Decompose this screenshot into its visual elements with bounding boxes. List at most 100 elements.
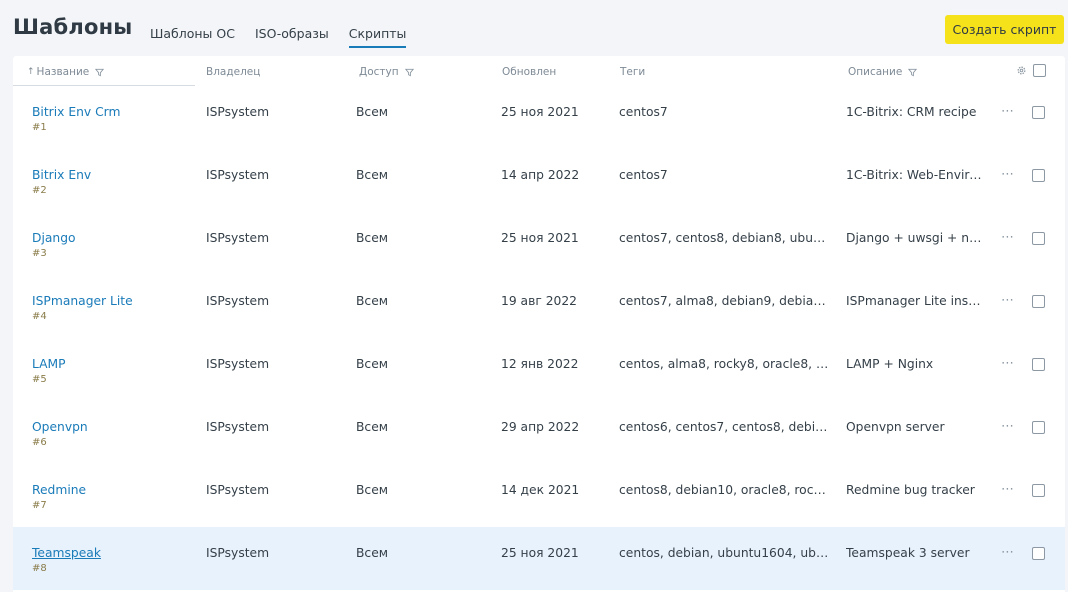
row-checkbox[interactable]	[1032, 547, 1045, 560]
column-label-name: Название	[36, 66, 90, 78]
table-row[interactable]: Openvpn #6 ISPsystem Всем 29 апр 2022 centos6…	[13, 401, 1065, 464]
script-id: #1	[32, 122, 47, 133]
filter-icon[interactable]	[95, 68, 105, 77]
tab-iso-images[interactable]: ISO-образы	[255, 26, 329, 45]
tags-cell: centos, debian, ubuntu1604, ubuntu1804	[619, 546, 829, 560]
column-label-owner: Владелец	[206, 66, 261, 78]
more-menu-icon[interactable]: ⋯	[1001, 230, 1015, 245]
access-cell: Всем	[356, 546, 389, 560]
description-cell: 1C-Bitrix: CRM recipe	[846, 105, 977, 119]
tags-cell: centos7	[619, 105, 668, 119]
filter-icon[interactable]	[404, 68, 414, 77]
script-id: #7	[32, 500, 47, 511]
updated-cell: 19 авг 2022	[501, 294, 578, 308]
more-menu-icon[interactable]: ⋯	[1001, 167, 1015, 182]
filter-icon[interactable]	[908, 68, 918, 77]
tab-scripts[interactable]: Скрипты	[348, 26, 407, 48]
table-row[interactable]: Bitrix Env Crm #1 ISPsystem Всем 25 ноя 2021…	[13, 86, 1065, 149]
script-name-link[interactable]: LAMP	[32, 357, 66, 371]
updated-cell: 25 ноя 2021	[501, 231, 579, 245]
column-header-name[interactable]: ↑ Название	[27, 66, 105, 78]
column-header-tags: Теги	[620, 66, 645, 78]
updated-cell: 12 янв 2022	[501, 357, 579, 371]
access-cell: Всем	[356, 294, 389, 308]
access-cell: Всем	[356, 168, 389, 182]
script-id: #6	[32, 437, 47, 448]
page-title: Шаблоны	[13, 15, 133, 39]
table-row[interactable]: Django #3 ISPsystem Всем 25 ноя 2021 centos7,…	[13, 212, 1065, 275]
gear-icon[interactable]	[1016, 65, 1027, 76]
owner-cell: ISPsystem	[206, 483, 270, 497]
column-label-description: Описание	[848, 66, 903, 78]
description-cell: ISPmanager Lite installation	[846, 294, 983, 308]
table-row[interactable]: Redmine #7 ISPsystem Всем 14 дек 2021 centos8…	[13, 464, 1065, 527]
sort-asc-icon: ↑	[27, 67, 35, 77]
scripts-table: ↑ Название Владелец Доступ Обновлен Теги…	[13, 56, 1065, 592]
access-cell: Всем	[356, 105, 389, 119]
script-name-link[interactable]: Django	[32, 231, 76, 245]
access-cell: Всем	[356, 357, 389, 371]
column-header-access[interactable]: Доступ	[359, 66, 414, 78]
row-checkbox[interactable]	[1032, 169, 1045, 182]
updated-cell: 29 апр 2022	[501, 420, 580, 434]
row-checkbox[interactable]	[1032, 421, 1045, 434]
page-header: Шаблоны Шаблоны ОС ISO-образы Скрипты Со…	[0, 0, 1068, 56]
updated-cell: 25 ноя 2021	[501, 546, 579, 560]
script-id: #5	[32, 374, 47, 385]
more-menu-icon[interactable]: ⋯	[1001, 104, 1015, 119]
row-checkbox[interactable]	[1032, 358, 1045, 371]
access-cell: Всем	[356, 483, 389, 497]
access-cell: Всем	[356, 420, 389, 434]
tags-cell: centos8, debian10, oracle8, rocky8	[619, 483, 829, 497]
owner-cell: ISPsystem	[206, 231, 270, 245]
description-cell: Redmine bug tracker	[846, 483, 975, 497]
more-menu-icon[interactable]: ⋯	[1001, 419, 1015, 434]
owner-cell: ISPsystem	[206, 105, 270, 119]
table-row[interactable]: ISPmanager Lite #4 ISPsystem Всем 19 авг 202…	[13, 275, 1065, 338]
column-header-owner: Владелец	[206, 66, 260, 78]
updated-cell: 25 ноя 2021	[501, 105, 579, 119]
more-menu-icon[interactable]: ⋯	[1001, 356, 1015, 371]
description-cell: Django + uwsgi + nginx	[846, 231, 983, 245]
script-name-link[interactable]: Bitrix Env	[32, 168, 91, 182]
script-id: #3	[32, 248, 47, 259]
column-header-updated: Обновлен	[502, 66, 556, 78]
updated-cell: 14 дек 2021	[501, 483, 580, 497]
column-label-access: Доступ	[359, 66, 399, 78]
script-name-link[interactable]: Teamspeak	[32, 546, 101, 560]
description-cell: LAMP + Nginx	[846, 357, 934, 371]
more-menu-icon[interactable]: ⋯	[1001, 293, 1015, 308]
more-menu-icon[interactable]: ⋯	[1001, 545, 1015, 560]
tags-cell: centos7	[619, 168, 668, 182]
description-cell: Teamspeak 3 server	[846, 546, 970, 560]
tags-cell: centos7, alma8, debian9, debian10	[619, 294, 829, 308]
owner-cell: ISPsystem	[206, 168, 270, 182]
script-id: #4	[32, 311, 47, 322]
row-checkbox[interactable]	[1032, 295, 1045, 308]
owner-cell: ISPsystem	[206, 357, 270, 371]
table-row[interactable]: Teamspeak #8 ISPsystem Всем 25 ноя 2021 cento…	[13, 527, 1065, 590]
table-row[interactable]: Bitrix Env #2 ISPsystem Всем 14 апр 2022 cent…	[13, 149, 1065, 212]
select-all-checkbox[interactable]	[1033, 64, 1046, 77]
script-name-link[interactable]: Redmine	[32, 483, 86, 497]
more-menu-icon[interactable]: ⋯	[1001, 482, 1015, 497]
row-checkbox[interactable]	[1032, 106, 1045, 119]
description-cell: Openvpn server	[846, 420, 945, 434]
row-checkbox[interactable]	[1032, 484, 1045, 497]
tabs: Шаблоны ОС ISO-образы Скрипты	[150, 26, 426, 48]
create-script-button[interactable]: Создать скрипт	[945, 15, 1064, 44]
tab-os-templates[interactable]: Шаблоны ОС	[150, 26, 235, 45]
table-row[interactable]: LAMP #5 ISPsystem Всем 12 янв 2022 centos, al…	[13, 338, 1065, 401]
tags-cell: centos6, centos7, centos8, debian, ubunt…	[619, 420, 829, 434]
row-checkbox[interactable]	[1032, 232, 1045, 245]
script-name-link[interactable]: Bitrix Env Crm	[32, 105, 121, 119]
script-id: #8	[32, 563, 47, 574]
table-header: ↑ Название Владелец Доступ Обновлен Теги…	[13, 56, 1065, 86]
access-cell: Всем	[356, 231, 389, 245]
script-name-link[interactable]: ISPmanager Lite	[32, 294, 133, 308]
script-id: #2	[32, 185, 47, 196]
updated-cell: 14 апр 2022	[501, 168, 580, 182]
script-name-link[interactable]: Openvpn	[32, 420, 88, 434]
column-header-description[interactable]: Описание	[848, 66, 918, 78]
description-cell: 1C-Bitrix: Web-Environment	[846, 168, 983, 182]
